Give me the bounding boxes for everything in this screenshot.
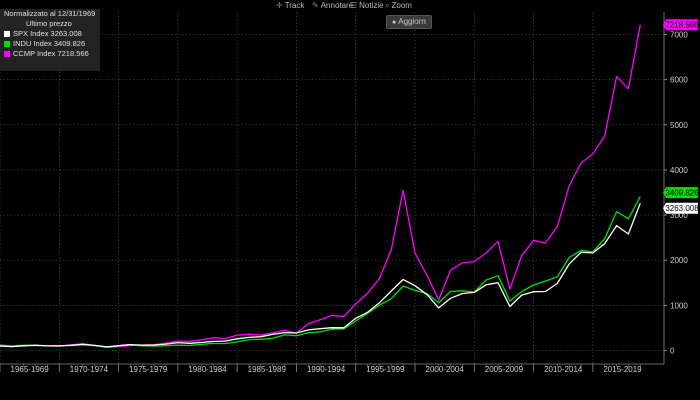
legend-rows: SPX Index 3263.008 INDU Index 3409.826 CCM… (0, 29, 100, 59)
value-tag-label: 3263.008 (665, 204, 699, 213)
legend-entry: SPX Index 3263.008 (0, 29, 100, 39)
chart: 01000200030004000500060007000 1965-1969 1… (0, 12, 699, 374)
x-tick-label: 1995-1999 (366, 365, 405, 374)
y-tick-label: 7000 (670, 31, 688, 40)
y-tick-label: 6000 (670, 76, 688, 85)
legend-label: CCMP Index 7218.566 (13, 49, 89, 58)
legend-entry: CCMP Index 7218.566 (0, 49, 100, 59)
x-tick-label: 2005-2009 (485, 365, 524, 374)
x-tick-label: 1975-1979 (129, 365, 168, 374)
value-tag-label: 7218.566 (665, 21, 699, 30)
legend: Normalizzato al 12/31/1969 Ultimo prezzo… (0, 9, 100, 71)
legend-subheader: Ultimo prezzo (26, 19, 72, 28)
series-line-indu (0, 196, 641, 348)
x-tick-label: 2010-2014 (544, 365, 583, 374)
value-tag-label: 3409.826 (665, 189, 699, 198)
legend-swatch (4, 30, 10, 37)
legend-entry: INDU Index 3409.826 (0, 39, 100, 49)
x-tick-label: 1985-1989 (248, 365, 287, 374)
y-tick-label: 0 (670, 346, 675, 355)
x-tick-label: 1970-1974 (70, 365, 109, 374)
legend-header: Normalizzato al 12/31/1969 (4, 9, 96, 18)
y-tick-label: 5000 (670, 121, 688, 130)
last-value-tags: 3409.826 3263.008 7218.566 (663, 19, 699, 214)
x-axis: 1965-1969 1970-1974 1975-1979 1980-1984 1985… (0, 363, 664, 374)
y-tick-label: 2000 (670, 256, 688, 265)
series-lines (0, 24, 641, 349)
x-tick-label: 2000-2004 (426, 365, 465, 374)
legend-swatch (4, 50, 10, 57)
series-line-spx (0, 202, 641, 348)
series-line-ccmp (0, 24, 641, 349)
y-tick-label: 4000 (670, 166, 688, 175)
legend-label: INDU Index 3409.826 (13, 39, 86, 48)
x-tick-label: 1965-1969 (11, 365, 50, 374)
x-tick-label: 1980-1984 (188, 365, 227, 374)
x-tick-label: 1990-1994 (307, 365, 346, 374)
x-tick-label: 2015-2019 (603, 365, 642, 374)
y-tick-label: 1000 (670, 301, 688, 310)
legend-swatch (4, 40, 10, 47)
legend-label: SPX Index 3263.008 (13, 29, 82, 38)
